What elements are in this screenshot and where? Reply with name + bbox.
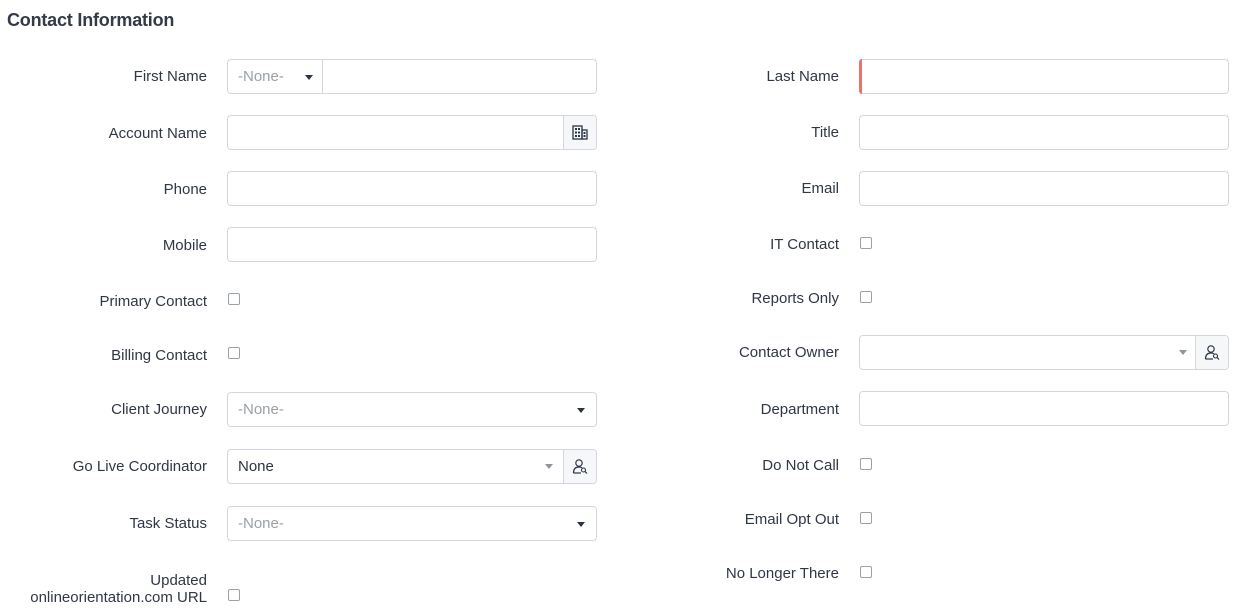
chevron-down-icon xyxy=(545,464,553,469)
department-label: Department xyxy=(760,401,839,418)
billing-contact-checkbox[interactable] xyxy=(228,347,240,359)
task-status-label: Task Status xyxy=(129,515,207,532)
account-name-field xyxy=(227,115,597,150)
contact-owner-lookup-button[interactable] xyxy=(1195,336,1228,369)
updated-url-label-line2: onlineorientation.com URL xyxy=(30,589,207,606)
client-journey-select[interactable]: -None- xyxy=(227,392,597,427)
mobile-label: Mobile xyxy=(162,237,207,254)
primary-contact-checkbox[interactable] xyxy=(228,293,240,305)
contact-owner-field xyxy=(859,335,1229,370)
salutation-select[interactable]: -None- xyxy=(228,60,323,93)
do-not-call-label: Do Not Call xyxy=(762,457,839,474)
no-longer-there-checkbox[interactable] xyxy=(860,566,872,578)
last-name-input[interactable] xyxy=(859,59,1229,94)
mobile-input[interactable] xyxy=(227,227,597,262)
updated-url-label: Updated onlineorientation.com URL xyxy=(30,572,207,606)
chevron-down-icon xyxy=(1179,350,1187,355)
salutation-value: -None- xyxy=(238,68,284,85)
contact-owner-select[interactable] xyxy=(860,336,1195,369)
go-live-coordinator-field: None xyxy=(227,449,597,484)
chevron-down-icon xyxy=(577,408,585,413)
user-lookup-icon xyxy=(1204,345,1220,360)
title-input[interactable] xyxy=(859,115,1229,150)
updated-url-label-line1: Updated xyxy=(150,572,207,589)
it-contact-label: IT Contact xyxy=(770,236,839,253)
task-status-value: -None- xyxy=(238,515,284,532)
email-input[interactable] xyxy=(859,171,1229,206)
account-lookup-button[interactable] xyxy=(563,116,596,149)
first-name-field: -None- xyxy=(227,59,597,94)
updated-url-checkbox[interactable] xyxy=(228,589,240,601)
email-opt-out-label: Email Opt Out xyxy=(744,511,839,528)
it-contact-checkbox[interactable] xyxy=(860,237,872,249)
contact-owner-label: Contact Owner xyxy=(738,344,839,361)
reports-only-label: Reports Only xyxy=(751,290,839,307)
section-title: Contact Information xyxy=(7,10,175,30)
chevron-down-icon xyxy=(305,75,313,80)
building-icon xyxy=(572,125,588,140)
last-name-label: Last Name xyxy=(766,68,839,85)
primary-contact-label: Primary Contact xyxy=(99,293,207,310)
go-live-coordinator-select[interactable]: None xyxy=(228,450,563,483)
billing-contact-label: Billing Contact xyxy=(111,347,207,364)
user-lookup-icon xyxy=(572,459,588,474)
go-live-coordinator-lookup-button[interactable] xyxy=(563,450,596,483)
first-name-label: First Name xyxy=(133,68,207,85)
account-name-label: Account Name xyxy=(108,125,207,142)
do-not-call-checkbox[interactable] xyxy=(860,458,872,470)
task-status-select[interactable]: -None- xyxy=(227,506,597,541)
client-journey-value: -None- xyxy=(238,401,284,418)
email-opt-out-checkbox[interactable] xyxy=(860,512,872,524)
reports-only-checkbox[interactable] xyxy=(860,291,872,303)
email-label: Email xyxy=(801,180,839,197)
phone-label: Phone xyxy=(163,181,207,198)
title-label: Title xyxy=(811,124,839,141)
no-longer-there-label: No Longer There xyxy=(725,565,839,582)
go-live-coordinator-value: None xyxy=(238,458,274,475)
phone-input[interactable] xyxy=(227,171,597,206)
chevron-down-icon xyxy=(577,522,585,527)
first-name-input[interactable] xyxy=(324,60,596,93)
go-live-coordinator-label: Go Live Coordinator xyxy=(72,458,207,475)
department-input[interactable] xyxy=(859,391,1229,426)
client-journey-label: Client Journey xyxy=(111,401,207,418)
account-name-input[interactable] xyxy=(228,116,563,149)
required-indicator xyxy=(859,59,862,94)
